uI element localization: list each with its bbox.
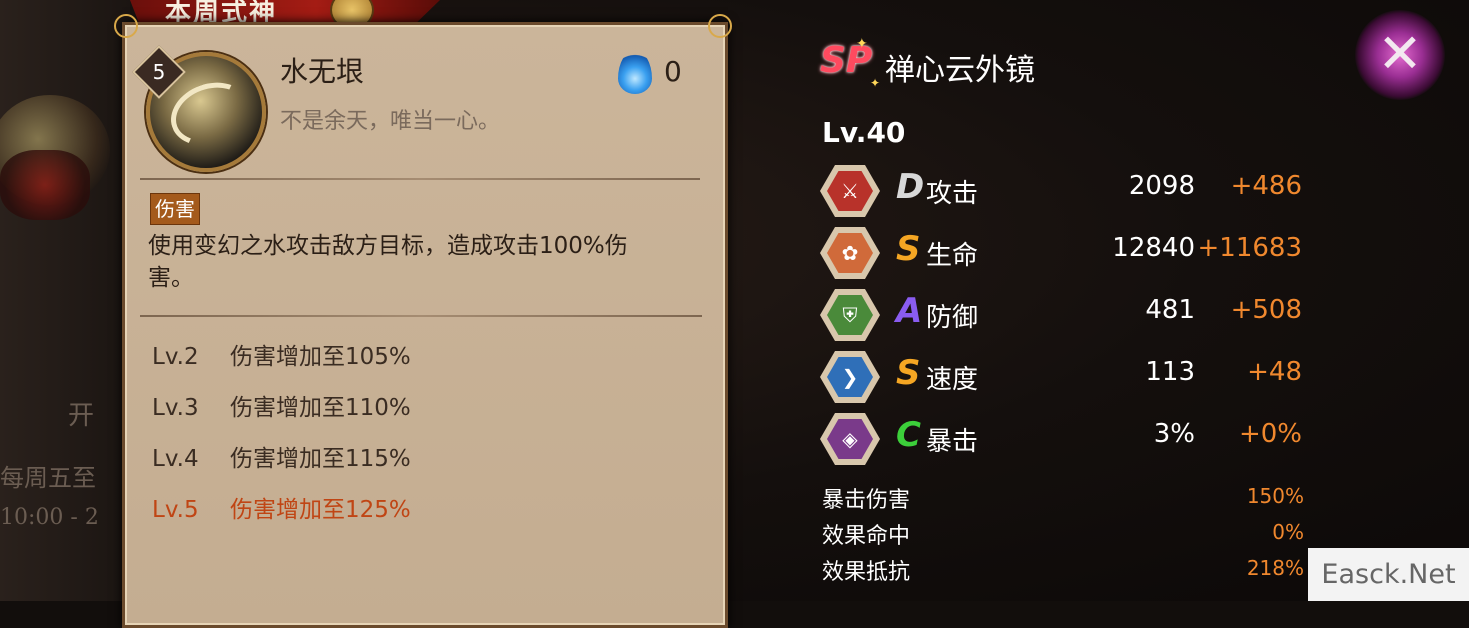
skill-description: 使用变幻之水攻击敌方目标，造成攻击100%伤害。 xyxy=(148,233,628,291)
stat-base: 113 xyxy=(1145,357,1195,387)
health-glyph: ✿ xyxy=(841,241,859,265)
secondary-stat-name: 暴击伤害 xyxy=(822,488,911,513)
stat-name: 攻击 xyxy=(926,179,979,209)
upgrade-level: Lv.5 xyxy=(152,497,199,523)
stat-row-attack: ⚔ D 攻击 2098 +486 xyxy=(820,165,1310,219)
background-text-1: 开 xyxy=(68,401,95,431)
attack-glyph: ⚔ xyxy=(841,179,859,203)
secondary-stat-row: 暴击伤害 150% xyxy=(822,482,1304,513)
upgrade-text: 伤害增加至110% xyxy=(230,395,411,421)
stat-base: 3% xyxy=(1153,419,1195,449)
skill-name: 水无垠 xyxy=(280,55,365,88)
stat-name: 速度 xyxy=(926,365,979,395)
secondary-stat-row: 效果命中 0% xyxy=(822,518,1304,549)
upgrade-row-current: Lv.5 伤害增加至125% xyxy=(152,490,411,524)
secondary-stat-name: 效果命中 xyxy=(822,524,911,549)
defense-glyph: ⛨ xyxy=(842,303,858,327)
upgrade-text: 伤害增加至105% xyxy=(230,344,411,370)
shikigami-level: Lv.40 xyxy=(822,116,906,149)
close-button[interactable]: ✕ xyxy=(1355,10,1445,100)
stat-name: 生命 xyxy=(926,241,979,271)
skill-quote: 不是余天，唯当一心。 xyxy=(280,109,501,134)
sparkle-icon: ✦ xyxy=(856,36,868,52)
stat-base: 481 xyxy=(1145,295,1195,325)
close-icon[interactable]: ✕ xyxy=(1355,10,1445,100)
upgrade-text: 伤害增加至115% xyxy=(230,446,411,472)
shikigami-name: 禅心云外镜 xyxy=(885,53,1035,88)
fire-cost: 0 xyxy=(664,55,682,88)
upgrade-row: Lv.4 伤害增加至115% xyxy=(152,439,411,473)
stat-base: 12840 xyxy=(1112,233,1195,263)
upgrade-level: Lv.2 xyxy=(152,344,199,370)
watermark: Easck.Net xyxy=(1308,548,1469,601)
secondary-stat-value: 150% xyxy=(1246,484,1304,508)
stat-base: 2098 xyxy=(1128,171,1195,201)
stat-grade: S xyxy=(896,229,921,269)
stat-bonus: +486 xyxy=(1230,171,1302,201)
skill-type-tag: 伤害 xyxy=(150,193,200,225)
upgrade-level: Lv.4 xyxy=(152,446,199,472)
stat-bonus: +0% xyxy=(1238,419,1302,449)
stat-grade: A xyxy=(896,291,923,331)
secondary-stat-row: 效果抵抗 218% xyxy=(822,554,1304,585)
background-character-blob-red xyxy=(0,150,90,220)
stat-row-crit: ◈ C 暴击 3% +0% xyxy=(820,413,1310,467)
secondary-stat-value: 0% xyxy=(1272,520,1304,544)
stat-grade: C xyxy=(896,415,921,455)
stat-row-speed: ❯ S 速度 113 +48 xyxy=(820,351,1310,405)
stat-bonus: +508 xyxy=(1230,295,1302,325)
divider xyxy=(140,178,700,180)
panel-corner-ornament xyxy=(114,14,138,38)
skill-level: 5 xyxy=(152,60,166,84)
panel-corner-ornament xyxy=(708,14,732,38)
speed-glyph: ❯ xyxy=(841,365,859,389)
secondary-stat-value: 218% xyxy=(1246,556,1304,580)
upgrade-row: Lv.3 伤害增加至110% xyxy=(152,388,411,422)
stat-bonus: +11683 xyxy=(1197,233,1303,263)
sparkle-icon: ✦ xyxy=(870,76,881,90)
divider xyxy=(140,315,702,317)
upgrade-row: Lv.2 伤害增加至105% xyxy=(152,337,411,371)
stat-grade: S xyxy=(896,353,921,393)
crit-glyph: ◈ xyxy=(842,427,858,451)
upgrade-level: Lv.3 xyxy=(152,395,199,421)
upgrade-text: 伤害增加至125% xyxy=(230,497,411,523)
stat-name: 暴击 xyxy=(926,427,979,457)
background-text-2: 每周五至 xyxy=(0,464,96,492)
stat-grade: D xyxy=(896,167,925,207)
stat-name: 防御 xyxy=(926,303,979,333)
secondary-stat-name: 效果抵抗 xyxy=(822,560,911,585)
stat-row-defense: ⛨ A 防御 481 +508 xyxy=(820,289,1310,343)
stat-row-health: ✿ S 生命 12840 +11683 xyxy=(820,227,1310,281)
background-text-3: 10:00 - 2 xyxy=(0,505,99,530)
stat-bonus: +48 xyxy=(1247,357,1302,387)
